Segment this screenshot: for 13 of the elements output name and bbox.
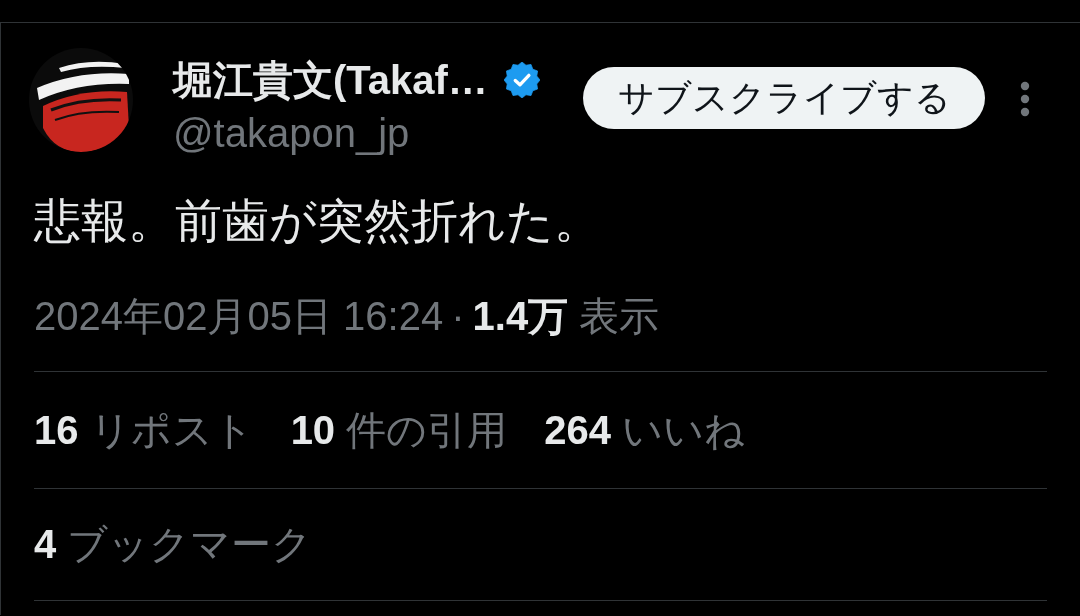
stat-link[interactable]: 16 リポスト [34,402,254,458]
stat-link[interactable]: 264 いいね [544,402,746,458]
stat-link[interactable]: 10 件の引用 [290,402,508,458]
tweet-text: 悲報。前歯が突然折れた。 [34,193,602,249]
stat-link[interactable]: 4 ブックマーク [34,517,313,572]
author-name[interactable]: 堀江貴文(Takaf… [173,56,488,104]
view-count: 1.4万 表示 [472,292,660,340]
author-handle[interactable]: @takapon_jp [173,110,410,156]
subscribe-button[interactable]: サブスクライブする [583,67,985,129]
separator: · [451,293,465,339]
timestamp-link[interactable]: 2024年02月05日 16:24 [34,288,444,344]
more-options-button[interactable] [1020,81,1030,117]
more-icon [1020,81,1030,117]
